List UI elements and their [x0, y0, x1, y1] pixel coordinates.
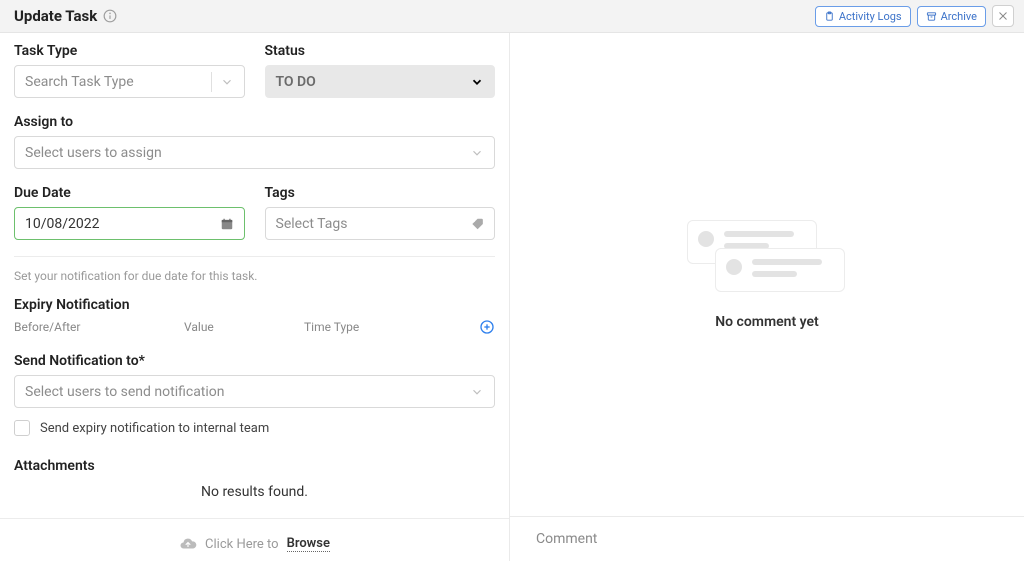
info-icon: [103, 9, 117, 23]
calendar-icon: [220, 217, 234, 231]
page-title: Update Task: [14, 7, 97, 25]
task-type-placeholder: Search Task Type: [25, 74, 134, 90]
attachments-label: Attachments: [14, 458, 495, 474]
assign-to-label: Assign to: [14, 114, 495, 130]
chevron-down-icon: [470, 385, 484, 399]
expiry-col-before-after: Before/After: [14, 320, 184, 334]
cloud-upload-icon: [179, 535, 197, 553]
activity-logs-label: Activity Logs: [839, 10, 902, 23]
chevron-down-icon: [220, 75, 234, 89]
send-to-label: Send Notification to*: [14, 353, 495, 369]
archive-label: Archive: [941, 10, 977, 23]
chevron-down-icon: [470, 146, 484, 160]
divider: [14, 256, 495, 257]
chevron-down-icon: [470, 75, 484, 89]
archive-button[interactable]: Archive: [917, 6, 986, 27]
due-date-input[interactable]: 10/08/2022: [14, 207, 245, 240]
notification-helper: Set your notification for due date for t…: [14, 269, 495, 283]
task-type-label: Task Type: [14, 43, 245, 59]
browse-link[interactable]: Browse: [287, 536, 330, 552]
status-label: Status: [265, 43, 496, 59]
comments-empty-illustration: [687, 220, 847, 298]
browse-prefix: Click Here to: [205, 537, 279, 552]
assign-to-placeholder: Select users to assign: [25, 145, 162, 161]
tag-icon: [470, 217, 484, 231]
internal-team-checkbox[interactable]: [14, 420, 30, 436]
close-button[interactable]: [992, 5, 1014, 27]
archive-icon: [926, 11, 937, 22]
activity-logs-button[interactable]: Activity Logs: [815, 6, 911, 27]
divider: [211, 72, 212, 92]
clipboard-icon: [824, 11, 835, 22]
task-type-select[interactable]: Search Task Type: [14, 65, 245, 98]
send-to-select[interactable]: Select users to send notification: [14, 375, 495, 408]
assign-to-select[interactable]: Select users to assign: [14, 136, 495, 169]
comment-input[interactable]: Comment: [510, 516, 1024, 561]
comment-placeholder: Comment: [536, 531, 597, 547]
tags-placeholder: Select Tags: [276, 216, 348, 232]
attachments-empty: No results found.: [14, 484, 495, 500]
due-date-value: 10/08/2022: [25, 216, 100, 232]
tags-label: Tags: [265, 185, 496, 201]
internal-team-label: Send expiry notification to internal tea…: [40, 421, 269, 436]
close-icon: [997, 10, 1009, 22]
expiry-col-time-type: Time Type: [304, 320, 479, 334]
expiry-col-value: Value: [184, 320, 304, 334]
send-to-placeholder: Select users to send notification: [25, 384, 225, 400]
expiry-label: Expiry Notification: [14, 297, 495, 313]
no-comment-text: No comment yet: [715, 314, 819, 330]
upload-dropzone[interactable]: Click Here to Browse: [0, 518, 509, 561]
add-expiry-button[interactable]: [479, 319, 495, 335]
status-select[interactable]: TO DO: [265, 65, 496, 98]
due-date-label: Due Date: [14, 185, 245, 201]
status-value: TO DO: [276, 74, 316, 90]
tags-select[interactable]: Select Tags: [265, 207, 496, 240]
